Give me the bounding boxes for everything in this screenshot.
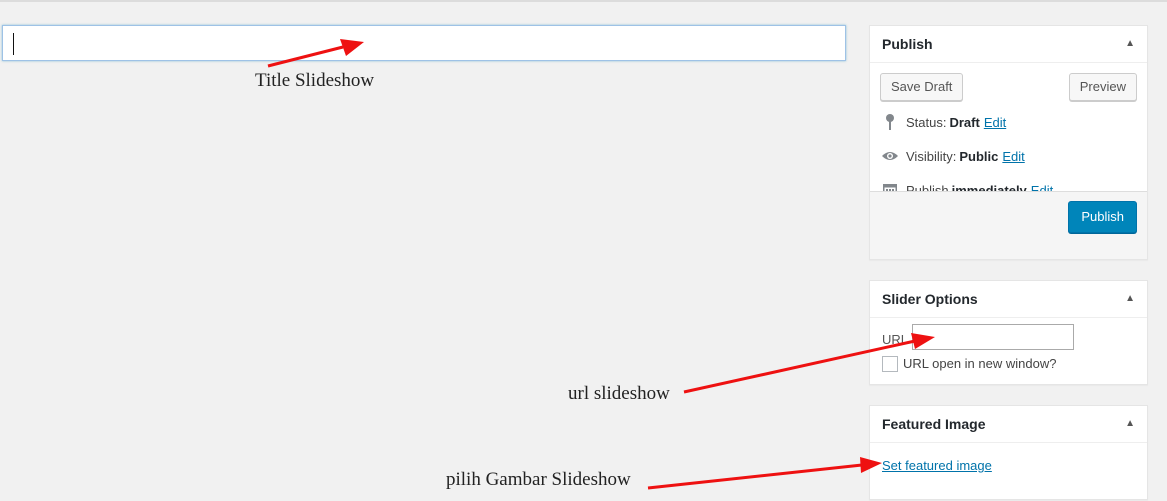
arrow-image: [647, 457, 882, 490]
arrow-url: [683, 333, 935, 394]
arrow-title: [267, 39, 364, 68]
annotation-arrows: [267, 39, 935, 490]
